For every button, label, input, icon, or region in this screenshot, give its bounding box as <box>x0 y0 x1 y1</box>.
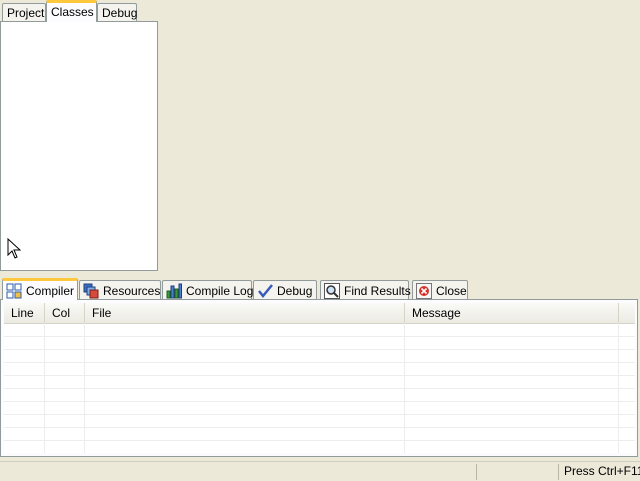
close-icon <box>416 282 432 299</box>
column-header-line-label: Line <box>11 306 34 320</box>
bottom-tab-bar: Compiler Resources Compile Log Debug Fin… <box>0 278 640 300</box>
magnifier-icon <box>324 282 340 299</box>
classes-panel[interactable] <box>0 21 158 271</box>
resources-icon <box>83 283 99 299</box>
bar-chart-icon <box>166 283 182 299</box>
tab-compile-log-label: Compile Log <box>186 283 254 298</box>
tab-compiler[interactable]: Compiler <box>2 278 78 300</box>
tab-debug-left-label: Debug <box>102 6 138 20</box>
table-gridlines <box>4 323 635 453</box>
column-header-col[interactable]: Col <box>45 303 85 323</box>
left-tab-bar: Project Classes Debug <box>0 0 160 22</box>
tab-resources[interactable]: Resources <box>79 280 161 300</box>
column-header-col-label: Col <box>52 306 71 320</box>
column-header-line[interactable]: Line <box>4 303 45 323</box>
tab-compiler-label: Compiler <box>26 283 75 298</box>
tab-project[interactable]: Project <box>2 3 46 21</box>
tab-resources-label: Resources <box>103 283 161 298</box>
status-separator <box>476 464 477 480</box>
tab-debug-bottom-label: Debug <box>277 283 313 298</box>
tab-debug-left[interactable]: Debug <box>97 3 137 21</box>
status-text: Press Ctrl+F11 t <box>564 464 640 478</box>
grid-icon <box>6 283 22 299</box>
column-header-file-label: File <box>92 306 112 320</box>
mouse-cursor-icon <box>7 238 21 259</box>
tab-debug-bottom[interactable]: Debug <box>253 280 317 300</box>
status-separator <box>558 464 559 480</box>
column-header-message[interactable]: Message <box>405 303 619 323</box>
compiler-table[interactable]: Line Col File Message <box>4 303 635 453</box>
tab-find-results-label: Find Results <box>344 283 411 298</box>
tab-close-label: Close <box>436 283 467 298</box>
tab-classes-label: Classes <box>51 5 94 19</box>
tab-compile-log[interactable]: Compile Log <box>162 280 254 300</box>
tab-find-results[interactable]: Find Results <box>320 280 411 300</box>
column-header-file[interactable]: File <box>85 303 405 323</box>
status-bar: Press Ctrl+F11 t <box>0 461 640 481</box>
tab-project-label: Project <box>7 6 45 20</box>
column-header-message-label: Message <box>412 306 461 320</box>
tab-close[interactable]: Close <box>412 280 468 300</box>
checkmark-icon <box>257 283 273 299</box>
table-header: Line Col File Message <box>4 303 635 324</box>
tab-classes[interactable]: Classes <box>46 0 97 22</box>
compiler-panel: Line Col File Message <box>0 299 638 457</box>
